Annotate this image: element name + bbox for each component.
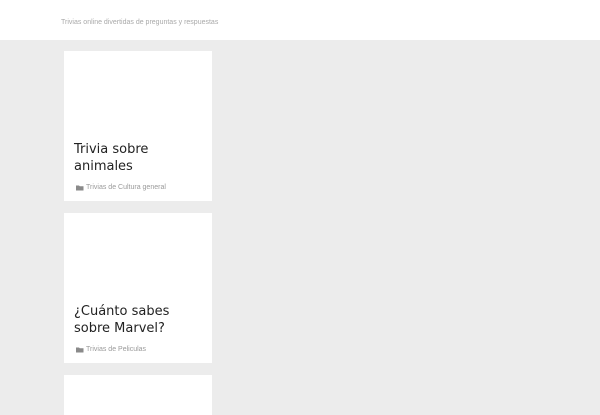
post-title[interactable]: ¿Cuánto sabes sobre Marvel? — [74, 303, 206, 337]
post-card[interactable]: ¿Cuánto sabes sobre Marvel? Trivias de P… — [64, 213, 212, 363]
post-meta: Trivias de Peliculas — [76, 346, 146, 353]
site-tagline: Trivias online divertidas de preguntas y… — [61, 19, 219, 26]
folder-icon — [76, 185, 84, 191]
post-card[interactable] — [64, 375, 212, 415]
category-link[interactable]: Trivias de Cultura general — [86, 184, 166, 191]
folder-icon — [76, 347, 84, 353]
post-meta: Trivias de Cultura general — [76, 184, 166, 191]
post-title[interactable]: Trivia sobre animales — [74, 141, 206, 175]
post-card[interactable]: Trivia sobre animales Trivias de Cultura… — [64, 51, 212, 201]
category-link[interactable]: Trivias de Peliculas — [86, 346, 146, 353]
site-header: Trivias online divertidas de preguntas y… — [0, 0, 600, 40]
